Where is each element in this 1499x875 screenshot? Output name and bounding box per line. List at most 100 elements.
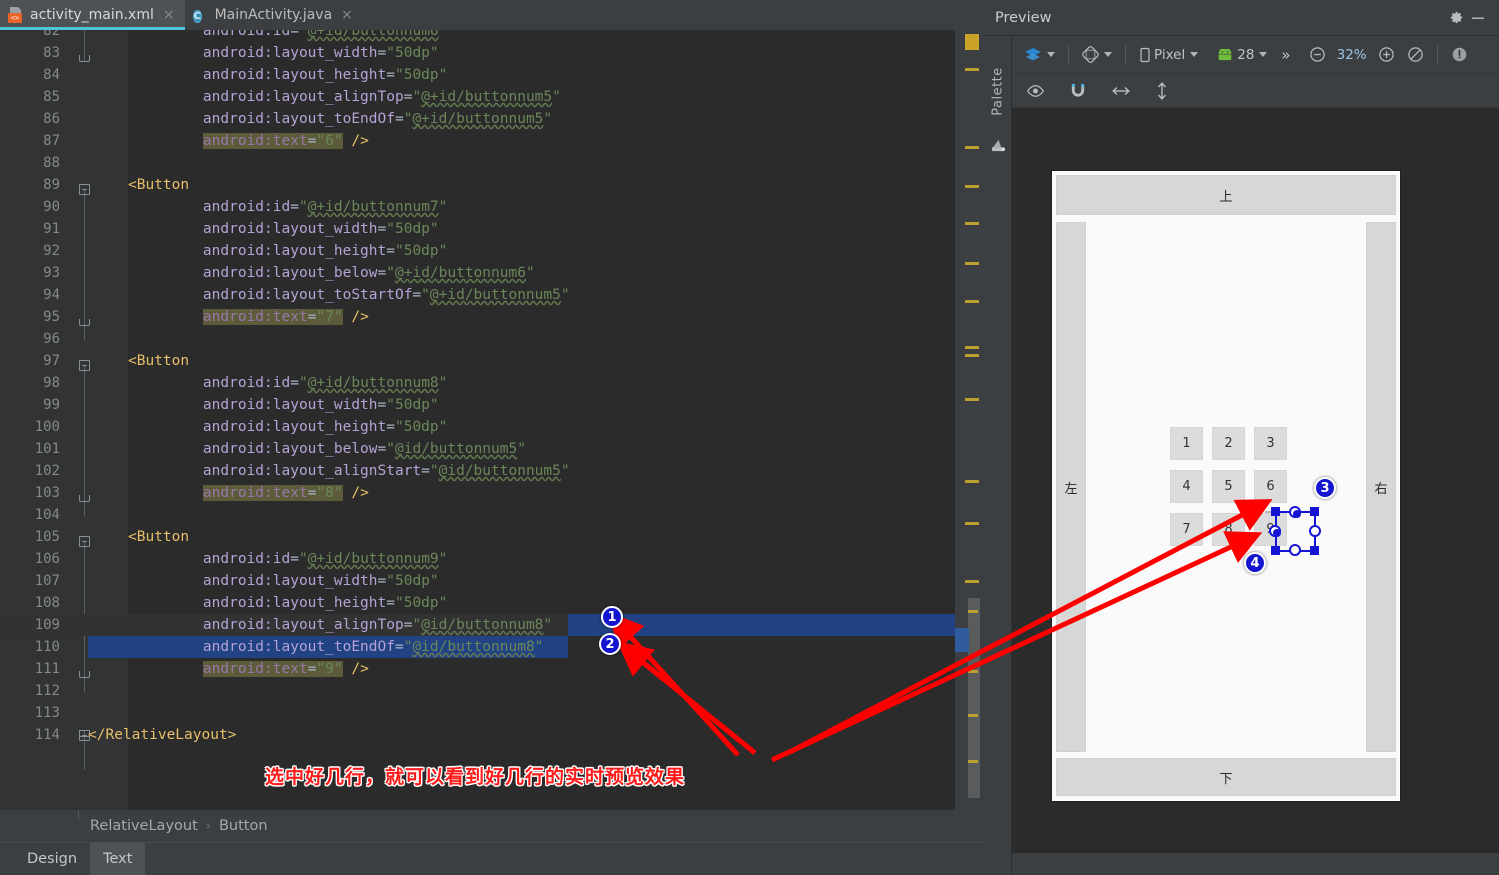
xml-file-icon: <> [8,7,24,23]
code-line[interactable]: 108 android:layout_height="50dp" [0,592,985,614]
preview-button-bottom[interactable]: 下 [1056,758,1396,796]
code-line[interactable]: 112 [0,680,985,702]
code-line[interactable]: 99 android:layout_width="50dp" [0,394,985,416]
constraint-anchor-top[interactable] [1289,506,1301,518]
resize-handle-bl[interactable] [1271,546,1280,555]
code-text: android:layout_height="50dp" [202,67,448,83]
code-line[interactable]: 101 android:layout_below="@id/buttonnum5… [0,438,985,460]
toolbar-overflow-button[interactable]: » [1277,44,1294,66]
preview-toolbar: Pixel 28 » 32% [1012,36,1499,74]
code-line[interactable]: 84 android:layout_height="50dp" [0,64,985,86]
code-text: android:layout_width="50dp" [202,573,439,589]
line-number: 102 [34,463,60,479]
code-line[interactable]: 90 android:id="@+id/buttonnum7" [0,196,985,218]
palette-rail[interactable]: Palette [985,36,1012,875]
breadcrumb-root[interactable]: RelativeLayout [90,818,198,834]
code-line[interactable]: 114 </RelativeLayout> [0,724,985,746]
code-line[interactable]: 105 <Button [0,526,985,548]
zoom-out-button[interactable] [1305,44,1330,65]
preview-button-8[interactable]: 8 [1212,513,1245,546]
code-editor[interactable]: 82 android:id="@+id/buttonnum6" 83 androi… [0,30,985,810]
zoom-fit-button[interactable] [1403,44,1428,65]
tab-design[interactable]: Design [14,843,90,875]
orientation-button[interactable] [1078,44,1116,65]
code-text: android:layout_width="50dp" [202,397,439,413]
tab-mainactivity-java[interactable]: C MainActivity.java × [185,0,363,30]
visibility-button[interactable] [1022,82,1049,100]
code-line[interactable]: 96 [0,328,985,350]
preview-button-6[interactable]: 6 [1254,470,1287,503]
preview-button-top[interactable]: 上 [1056,175,1396,215]
close-icon[interactable]: × [163,7,175,23]
code-line[interactable]: 86 android:layout_toEndOf="@+id/buttonnu… [0,108,985,130]
code-line[interactable]: 94 android:layout_toStartOf="@+id/button… [0,284,985,306]
line-number: 101 [34,441,60,457]
line-number: 104 [34,507,60,523]
constraint-anchor-left[interactable] [1269,525,1281,537]
resize-handle-tl[interactable] [1271,507,1280,516]
resize-handle-br[interactable] [1310,546,1319,555]
code-text: android:id="@+id/buttonnum9" [202,551,448,567]
code-line[interactable]: 92 android:layout_height="50dp" [0,240,985,262]
code-line[interactable]: 93 android:layout_below="@+id/buttonnum6… [0,262,985,284]
code-line[interactable]: 104 [0,504,985,526]
tab-text[interactable]: Text [90,843,146,875]
code-text: android:text="7" /> [202,309,369,325]
tab-activity-main-xml[interactable]: <> activity_main.xml × [0,0,185,30]
code-line[interactable]: 85 android:layout_alignTop="@+id/buttonn… [0,86,985,108]
gear-icon[interactable] [1445,7,1467,29]
code-line[interactable]: 91 android:layout_width="50dp" [0,218,985,240]
line-number: 109 [34,617,60,633]
line-number: 105 [34,529,60,545]
android-studio-window: <> activity_main.xml × C MainActivity.ja… [0,0,1499,875]
resize-handle-tr[interactable] [1310,507,1319,516]
preview-button-right[interactable]: 右 [1366,222,1396,752]
close-icon[interactable]: × [341,7,353,23]
code-line[interactable]: 102 android:layout_alignStart="@id/butto… [0,460,985,482]
tab-label: activity_main.xml [30,7,154,23]
error-stripe-scrollbar[interactable] [955,30,985,810]
code-line[interactable]: 89 <Button [0,174,985,196]
minimize-icon[interactable] [1467,7,1489,29]
preview-button-5[interactable]: 5 [1212,470,1245,503]
breadcrumb-leaf[interactable]: Button [219,818,268,834]
code-line[interactable]: 110 android:layout_toEndOf="@id/buttonnu… [0,636,985,658]
preview-button-2[interactable]: 2 [1212,427,1245,460]
code-line[interactable]: 103 android:text="8" /> [0,482,985,504]
constraint-anchor-right[interactable] [1309,525,1321,537]
vertical-scrollbar-thumb[interactable] [968,598,980,798]
api-selector[interactable]: 28 [1212,45,1271,65]
warning-info-button[interactable] [1447,44,1472,65]
constraint-anchor-bottom[interactable] [1289,544,1301,556]
preview-button-4[interactable]: 4 [1170,470,1203,503]
device-selector[interactable]: Pixel [1135,45,1202,65]
code-line[interactable]: 100 android:layout_height="50dp" [0,416,985,438]
tab-text-label: Text [103,851,133,867]
zoom-in-button[interactable] [1374,44,1399,65]
code-text: android:layout_height="50dp" [202,243,448,259]
code-line[interactable]: 88 [0,152,985,174]
preview-button-left[interactable]: 左 [1056,222,1086,752]
code-line[interactable]: 113 [0,702,985,724]
code-line[interactable]: 83 android:layout_width="50dp" [0,42,985,64]
annotation-caption: 选中好几行，就可以看到好几行的实时预览效果 [265,766,686,788]
selection-handles-button9[interactable] [1269,506,1321,556]
preview-button-3[interactable]: 3 [1254,427,1287,460]
device-screen: 上 左 右 下 123456789 [1053,172,1399,800]
code-line[interactable]: 82 android:id="@+id/buttonnum6" [0,30,985,42]
code-line[interactable]: 87 android:text="6" /> [0,130,985,152]
code-line[interactable]: 98 android:id="@+id/buttonnum8" [0,372,985,394]
code-line[interactable]: 97 <Button [0,350,985,372]
preview-button-1[interactable]: 1 [1170,427,1203,460]
code-line[interactable]: 95 android:text="7" /> [0,306,985,328]
expand-vertical-button[interactable] [1151,79,1173,103]
code-line[interactable]: 106 android:id="@+id/buttonnum9" [0,548,985,570]
layers-button[interactable] [1020,45,1059,65]
expand-horizontal-button[interactable] [1107,82,1135,100]
code-line[interactable]: 109 android:layout_alignTop="@id/buttonn… [0,614,985,636]
zoom-in-icon [1378,47,1394,62]
preview-button-7[interactable]: 7 [1170,513,1203,546]
code-line[interactable]: 111 android:text="9" /> [0,658,985,680]
autoconnect-button[interactable] [1065,80,1091,101]
code-line[interactable]: 107 android:layout_width="50dp" [0,570,985,592]
